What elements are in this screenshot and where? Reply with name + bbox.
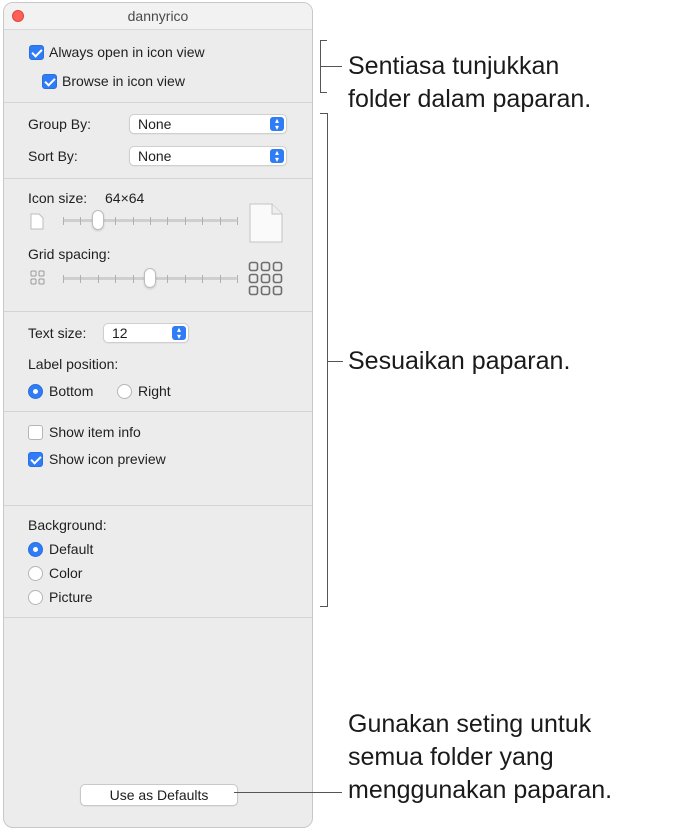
callout-leader — [327, 361, 343, 362]
window-title: dannyrico — [127, 8, 189, 24]
grid-spacing-slider[interactable] — [59, 267, 241, 291]
section-divider — [4, 617, 312, 618]
background-picture-radio[interactable] — [28, 590, 43, 605]
slider-tick — [115, 217, 117, 225]
show-icon-preview-label: Show icon preview — [49, 451, 166, 467]
slider-tick — [132, 217, 134, 225]
slider-tick — [184, 275, 186, 283]
label-bottom-radio[interactable] — [28, 384, 43, 399]
slider-tick — [97, 275, 99, 283]
text-size-value: 12 — [112, 325, 128, 341]
slider-tick — [184, 217, 186, 225]
slider-tick — [167, 275, 169, 283]
slider-tick — [219, 275, 221, 283]
browse-icon-view-checkbox[interactable] — [42, 74, 57, 89]
show-item-info-label: Show item info — [49, 424, 141, 440]
slider-tick — [202, 217, 204, 225]
always-open-icon-view-label: Always open in icon view — [49, 44, 205, 60]
slider-tick — [219, 217, 221, 225]
background-default-text: Default — [49, 541, 94, 557]
callout-bracket — [320, 40, 327, 41]
slider-tick — [202, 275, 204, 283]
slider-tick — [167, 217, 169, 225]
callout-bracket — [320, 92, 327, 93]
callout-bracket — [327, 113, 328, 607]
callout-always-show: Sentiasa tunjukkan folder dalam paparan. — [348, 50, 591, 116]
slider-tick — [150, 217, 151, 225]
slider-tick — [63, 275, 64, 283]
section-divider — [4, 102, 312, 103]
popup-arrows-icon: ▴ ▾ — [172, 326, 186, 341]
section-divider — [4, 411, 312, 412]
group-by-popup[interactable]: None ▴ ▾ — [129, 114, 287, 134]
label-right-text: Right — [138, 383, 171, 399]
callout-bracket — [320, 113, 328, 114]
large-grid-icon — [248, 261, 283, 296]
view-options-window: dannyrico Always open in icon view Brows… — [3, 2, 313, 828]
grid-spacing-label: Grid spacing: — [28, 246, 111, 262]
icon-size-value: 64×64 — [105, 190, 145, 206]
section-divider — [4, 311, 312, 312]
small-document-icon — [30, 213, 44, 230]
use-as-defaults-button[interactable]: Use as Defaults — [80, 784, 238, 806]
sort-by-value: None — [138, 148, 172, 164]
always-open-icon-view-checkbox[interactable] — [29, 45, 44, 60]
background-picture-text: Picture — [49, 589, 93, 605]
large-document-icon — [249, 203, 283, 243]
small-grid-icon — [30, 270, 45, 285]
callout-defaults: Gunakan seting untuk semua folder yang m… — [348, 708, 612, 807]
slider-tick — [80, 217, 82, 225]
callout-line: semua folder yang — [348, 743, 554, 771]
icon-size-slider[interactable] — [59, 209, 241, 233]
callout-bracket — [320, 606, 328, 607]
show-icon-preview-checkbox[interactable] — [28, 452, 43, 467]
slider-tick — [80, 275, 82, 283]
callout-line: folder dalam paparan. — [348, 85, 592, 113]
show-item-info-checkbox[interactable] — [28, 425, 43, 440]
label-position-label: Label position: — [28, 356, 119, 372]
callout-customize: Sesuaikan paparan. — [348, 347, 571, 375]
icon-size-label: Icon size: — [28, 190, 88, 206]
text-size-label: Text size: — [28, 325, 87, 341]
sort-by-label: Sort By: — [28, 148, 78, 164]
title-bar: dannyrico — [4, 3, 312, 30]
callout-leader — [320, 66, 342, 67]
slider-tick — [237, 217, 238, 225]
callout-line: Gunakan seting untuk — [348, 710, 592, 738]
slider-tick — [63, 217, 64, 225]
slider-tick — [237, 275, 238, 283]
slider-knob[interactable] — [91, 210, 104, 230]
label-right-radio[interactable] — [117, 384, 132, 399]
callout-line: menggunakan paparan. — [348, 776, 613, 804]
background-label: Background: — [28, 517, 107, 533]
popup-arrows-icon: ▴ ▾ — [270, 117, 284, 132]
section-divider — [4, 178, 312, 179]
text-size-popup[interactable]: 12 ▴ ▾ — [103, 323, 189, 343]
sort-by-popup[interactable]: None ▴ ▾ — [129, 146, 287, 166]
group-by-value: None — [138, 116, 172, 132]
background-default-radio[interactable] — [28, 542, 43, 557]
section-divider — [4, 505, 312, 506]
label-bottom-text: Bottom — [49, 383, 94, 399]
callout-line: Sentiasa tunjukkan — [348, 52, 560, 80]
slider-tick — [115, 275, 117, 283]
background-color-radio[interactable] — [28, 566, 43, 581]
slider-tick — [132, 275, 134, 283]
slider-knob[interactable] — [144, 268, 156, 288]
popup-arrows-icon: ▴ ▾ — [270, 149, 284, 164]
callout-leader — [234, 792, 342, 793]
background-color-text: Color — [49, 565, 83, 581]
browse-icon-view-label: Browse in icon view — [62, 73, 185, 89]
group-by-label: Group By: — [28, 116, 92, 132]
